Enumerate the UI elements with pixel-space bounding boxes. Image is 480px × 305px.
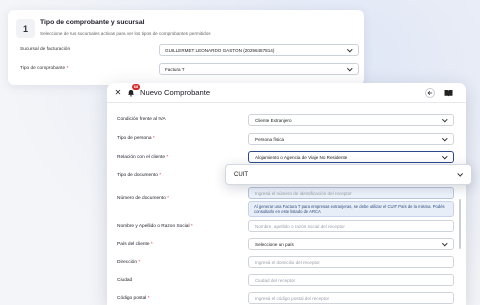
voucher-type-value: Factura T	[165, 66, 185, 72]
step-number: 1	[16, 19, 35, 38]
branch-select[interactable]: GUILLERMET LEONARDO GASTON (20296487814)	[159, 44, 359, 56]
chevron-down-icon	[442, 135, 448, 141]
iva-condition-label: Condición frente al IVA	[117, 117, 166, 122]
city-label: Ciudad	[117, 278, 133, 283]
document-type-select[interactable]: CUIT	[225, 164, 472, 185]
country-select[interactable]: Seleccione un país	[248, 238, 454, 250]
document-number-input[interactable]: Ingresá el número de identificación del …	[248, 187, 454, 199]
voucher-type-card: 1 Tipo de comprobante y sucursal Selecci…	[8, 10, 364, 85]
chevron-down-icon	[347, 46, 353, 52]
iva-condition-value: Cliente Extranjero	[255, 117, 292, 123]
modal-title: Nuevo Comprobante	[140, 88, 211, 97]
back-button[interactable]	[425, 88, 435, 98]
arrow-left-icon	[427, 91, 433, 95]
iva-condition-select[interactable]: Cliente Extranjero	[248, 114, 454, 126]
chevron-down-icon	[442, 116, 448, 122]
card-title: Tipo de comprobante y sucursal	[40, 19, 145, 26]
modal-header: ✕ 68 Nuevo Comprobante	[107, 83, 466, 103]
city-placeholder: Ciudad del receptor	[255, 277, 296, 283]
bell-icon[interactable]	[127, 89, 135, 97]
chevron-down-icon	[347, 65, 353, 71]
card-subtitle: Seleccione de tus sucursales activas par…	[40, 31, 211, 36]
chevron-down-icon	[442, 153, 448, 159]
address-label: Dirección *	[117, 260, 141, 265]
postal-code-placeholder: Ingresá el código postal del receptor	[255, 295, 330, 301]
name-label: Nombre y Apellido o Razon Social *	[117, 224, 193, 229]
client-relation-select[interactable]: Alojamiento o Agencia de Viaje No Reside…	[248, 151, 454, 163]
voucher-type-select[interactable]: Factura T	[159, 63, 359, 75]
cuit-info-note: Al generar una Factura T para empresas e…	[248, 201, 454, 217]
cuit-info-text: Al generar una Factura T para empresas e…	[254, 204, 445, 215]
scrollbar[interactable]	[459, 199, 461, 249]
person-type-select[interactable]: Persona física	[248, 133, 454, 145]
name-placeholder: Nombre, apellido o razón social del rece…	[255, 223, 345, 229]
chevron-down-icon	[442, 240, 448, 246]
person-type-label: Tipo de persona *	[117, 136, 155, 141]
new-voucher-modal: ✕ 68 Nuevo Comprobante Condición frente …	[107, 83, 466, 305]
postal-code-input[interactable]: Ingresá el código postal del receptor	[248, 292, 454, 304]
city-input[interactable]: Ciudad del receptor	[248, 274, 454, 286]
branch-select-value: GUILLERMET LEONARDO GASTON (20296487814)	[165, 47, 275, 53]
book-icon[interactable]	[444, 89, 453, 97]
document-type-label: Tipo de documento *	[117, 173, 162, 178]
address-input[interactable]: Ingresá el domicilio del receptor	[248, 256, 454, 268]
notification-badge: 68	[132, 84, 140, 90]
country-label: País del cliente *	[117, 242, 153, 247]
close-icon[interactable]: ✕	[114, 89, 122, 97]
document-number-placeholder: Ingresá el número de identificación del …	[255, 190, 352, 196]
name-input[interactable]: Nombre, apellido o razón social del rece…	[248, 220, 454, 232]
client-relation-label: Relación con el cliente *	[117, 155, 169, 160]
chevron-down-icon	[456, 170, 463, 177]
branch-label: Sucursal de facturación	[20, 47, 71, 52]
country-value: Seleccione un país	[255, 241, 294, 247]
address-placeholder: Ingresá el domicilio del receptor	[255, 259, 320, 265]
document-number-label: Número de documento *	[117, 196, 170, 201]
postal-code-label: Código postal *	[117, 296, 150, 301]
person-type-value: Persona física	[255, 136, 285, 142]
voucher-type-label: Tipo de comprobante *	[20, 66, 69, 71]
client-relation-value: Alojamiento o Agencia de Viaje No Reside…	[255, 154, 348, 160]
document-type-value: CUIT	[234, 171, 248, 178]
